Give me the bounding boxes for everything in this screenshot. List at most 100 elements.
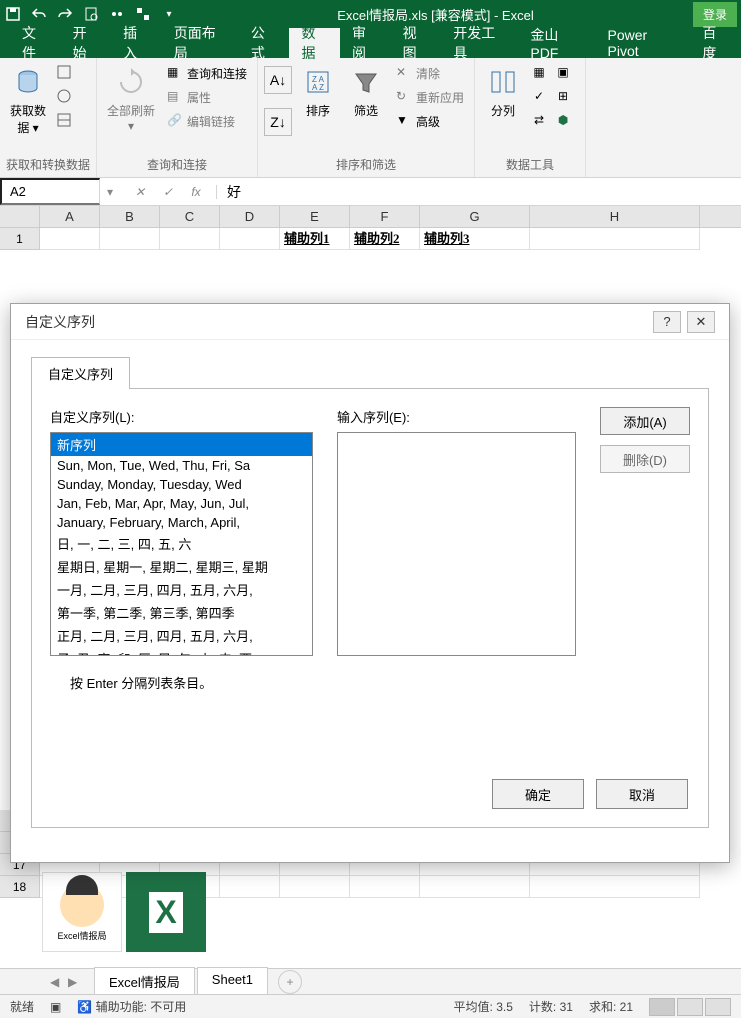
cell-C1[interactable]	[160, 228, 220, 250]
dialog-tab-custom-list[interactable]: 自定义序列	[31, 357, 130, 389]
advanced-filter-button[interactable]: ▼高级	[392, 110, 468, 132]
cancel-button[interactable]: 取消	[596, 779, 688, 809]
from-text-icon[interactable]	[54, 62, 74, 82]
formula-input[interactable]	[217, 180, 741, 204]
cell-B1[interactable]	[100, 228, 160, 250]
excel-logo-image[interactable]: X	[126, 872, 206, 952]
consolidate-icon[interactable]: ⊞	[553, 86, 573, 106]
sheet-nav-next-icon[interactable]: ▶	[68, 975, 82, 989]
ribbon-tab-7[interactable]: 视图	[391, 28, 442, 58]
column-header-C[interactable]: C	[160, 206, 220, 227]
column-header-D[interactable]: D	[220, 206, 280, 227]
ribbon-tab-6[interactable]: 审阅	[340, 28, 391, 58]
ribbon-tab-4[interactable]: 公式	[239, 28, 290, 58]
cell-E18[interactable]	[280, 876, 350, 898]
get-data-button[interactable]: 获取数 据 ▾	[6, 62, 50, 140]
ok-button[interactable]: 确定	[492, 779, 584, 809]
from-table-icon[interactable]	[54, 110, 74, 130]
name-box[interactable]	[0, 178, 100, 205]
clear-filter-button[interactable]: ✕清除	[392, 62, 468, 84]
new-sheet-button[interactable]: +	[278, 970, 302, 994]
column-header-F[interactable]: F	[350, 206, 420, 227]
list-item[interactable]: 新序列	[51, 433, 312, 456]
cell-H18[interactable]	[530, 876, 700, 898]
list-item[interactable]: 星期日, 星期一, 星期二, 星期三, 星期	[51, 555, 312, 578]
custom-lists-listbox[interactable]: 新序列Sun, Mon, Tue, Wed, Thu, Fri, SaSunda…	[50, 432, 313, 656]
cell-H1[interactable]	[530, 228, 700, 250]
ribbon-tab-10[interactable]: Power Pivot	[596, 28, 691, 58]
text-to-columns-button[interactable]: 分列	[481, 62, 525, 123]
cancel-formula-icon[interactable]: ✕	[130, 185, 150, 199]
filter-button[interactable]: 筛选	[344, 62, 388, 123]
add-button[interactable]: 添加(A)	[600, 407, 690, 435]
refresh-all-button[interactable]: 全部刷新 ▾	[103, 62, 159, 137]
cell-D18[interactable]	[220, 876, 280, 898]
row-header-18[interactable]: 18	[0, 876, 40, 898]
close-button[interactable]: ✕	[687, 311, 715, 333]
ribbon-tab-5[interactable]: 数据	[289, 28, 340, 58]
properties-button[interactable]: ▤属性	[163, 86, 251, 108]
list-item[interactable]: Sun, Mon, Tue, Wed, Thu, Fri, Sa	[51, 456, 312, 475]
undo-icon[interactable]	[30, 5, 48, 23]
data-validation-icon[interactable]: ✓	[529, 86, 549, 106]
pivot-icon[interactable]	[134, 5, 152, 23]
ribbon-tab-0[interactable]: 文件	[10, 28, 61, 58]
column-header-G[interactable]: G	[420, 206, 530, 227]
cell-G1[interactable]: 辅助列3	[420, 228, 530, 250]
touch-mode-icon[interactable]	[108, 5, 126, 23]
cell-F1[interactable]: 辅助列2	[350, 228, 420, 250]
qat-dropdown-icon[interactable]: ▾	[160, 5, 178, 23]
sheet-tab-0[interactable]: Excel情报局	[94, 967, 195, 997]
list-item[interactable]: Jan, Feb, Mar, Apr, May, Jun, Jul,	[51, 494, 312, 513]
cell-D1[interactable]	[220, 228, 280, 250]
select-all-corner[interactable]	[0, 206, 40, 227]
column-header-H[interactable]: H	[530, 206, 700, 227]
sort-za-icon[interactable]: Z↓	[264, 108, 292, 136]
save-icon[interactable]	[4, 5, 22, 23]
queries-connections-button[interactable]: ▦查询和连接	[163, 62, 251, 84]
flash-fill-icon[interactable]: ▦	[529, 62, 549, 82]
sheet-nav-prev-icon[interactable]: ◀	[50, 975, 64, 989]
list-item[interactable]: Sunday, Monday, Tuesday, Wed	[51, 475, 312, 494]
cell-A1[interactable]	[40, 228, 100, 250]
sort-az-icon[interactable]: A↓	[264, 66, 292, 94]
from-web-icon[interactable]	[54, 86, 74, 106]
reapply-button[interactable]: ↻重新应用	[392, 86, 468, 108]
normal-view-icon[interactable]	[649, 998, 675, 1016]
delete-button[interactable]: 删除(D)	[600, 445, 690, 473]
column-header-B[interactable]: B	[100, 206, 160, 227]
sheet-tab-1[interactable]: Sheet1	[197, 967, 268, 997]
fx-icon[interactable]: fx	[186, 185, 206, 199]
avatar-image[interactable]: Excel情报局	[42, 872, 122, 952]
ribbon-tab-2[interactable]: 插入	[111, 28, 162, 58]
column-header-A[interactable]: A	[40, 206, 100, 227]
ribbon-tab-11[interactable]: 百度	[690, 28, 741, 58]
list-item[interactable]: 日, 一, 二, 三, 四, 五, 六	[51, 532, 312, 555]
relationships-icon[interactable]: ⇄	[529, 110, 549, 130]
page-layout-view-icon[interactable]	[677, 998, 703, 1016]
help-button[interactable]: ?	[653, 311, 681, 333]
list-item[interactable]: 一月, 二月, 三月, 四月, 五月, 六月,	[51, 578, 312, 601]
sort-button[interactable]: Z AA Z 排序	[296, 62, 340, 123]
ribbon-tab-3[interactable]: 页面布局	[162, 28, 239, 58]
enter-formula-icon[interactable]: ✓	[158, 185, 178, 199]
list-item[interactable]: January, February, March, April,	[51, 513, 312, 532]
cell-F18[interactable]	[350, 876, 420, 898]
macro-record-icon[interactable]: ▣	[50, 1000, 61, 1014]
edit-links-button[interactable]: 🔗编辑链接	[163, 110, 251, 132]
data-model-icon[interactable]: ⬢	[553, 110, 573, 130]
remove-duplicates-icon[interactable]: ▣	[553, 62, 573, 82]
column-header-E[interactable]: E	[280, 206, 350, 227]
ribbon-tab-1[interactable]: 开始	[61, 28, 112, 58]
cell-E1[interactable]: 辅助列1	[280, 228, 350, 250]
row-header-1[interactable]: 1	[0, 228, 40, 250]
ribbon-tab-9[interactable]: 金山PDF	[518, 28, 595, 58]
name-box-dropdown-icon[interactable]: ▾	[100, 185, 120, 199]
print-preview-icon[interactable]	[82, 5, 100, 23]
list-item[interactable]: 正月, 二月, 三月, 四月, 五月, 六月,	[51, 624, 312, 647]
ribbon-tab-8[interactable]: 开发工具	[441, 28, 518, 58]
list-item[interactable]: 子, 丑, 寅, 卯, 辰, 巳, 午, 未, 申, 酉,	[51, 647, 312, 656]
list-entries-textarea[interactable]	[337, 432, 576, 656]
list-item[interactable]: 第一季, 第二季, 第三季, 第四季	[51, 601, 312, 624]
cell-G18[interactable]	[420, 876, 530, 898]
